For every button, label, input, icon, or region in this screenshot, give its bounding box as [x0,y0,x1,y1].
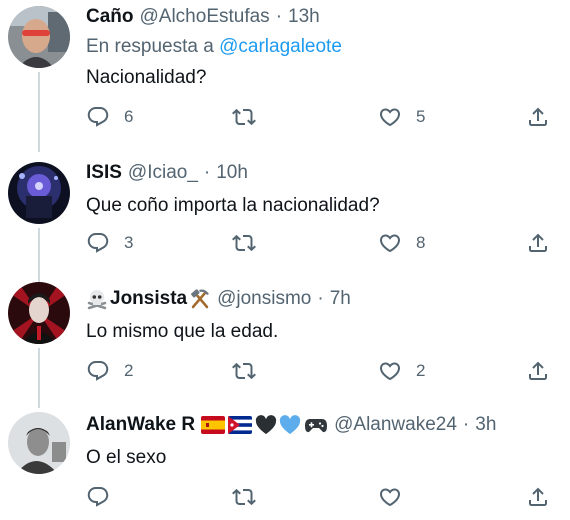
display-name-text: Jonsista [110,288,188,309]
reply-icon [87,107,109,127]
display-name-text: AlanWake R [86,414,196,435]
share-icon [529,233,547,252]
like-button[interactable]: 2 [378,358,425,384]
action-bar [86,484,556,510]
retweet-button[interactable] [232,230,270,256]
timestamp[interactable]: 7h [330,288,351,310]
share-icon [529,361,547,380]
share-button[interactable] [526,358,550,384]
reply-thread: Caño @AlchoEstufas · 13h En respuesta a … [0,0,570,520]
display-name[interactable]: Caño [86,6,134,28]
like-button[interactable] [378,484,416,510]
tweet-text: O el sexo [86,447,167,468]
action-bar: 6 5 [86,104,556,130]
gamepad-icon [305,419,328,433]
spain-flag-icon [201,416,226,434]
user-handle[interactable]: @jonsismo [217,288,311,310]
retweet-button[interactable] [232,358,270,384]
reply-button[interactable]: 6 [86,104,133,130]
heart-icon [379,488,401,507]
like-count: 2 [416,361,426,380]
like-button[interactable]: 8 [378,230,425,256]
timestamp[interactable]: 13h [288,6,320,28]
replying-to: En respuesta a @carlagaleote [86,36,560,58]
reply-icon [87,361,109,381]
share-button[interactable] [526,230,550,256]
replying-prefix: En respuesta a [86,36,220,57]
blue-heart-icon [279,415,301,435]
tweet[interactable]: AlanWake R @Alanwake24 · 3h O el sexo [0,388,570,520]
reply-button[interactable]: 3 [86,230,133,256]
skull-crossbones-icon [87,290,107,310]
display-name[interactable]: ISIS [86,162,122,184]
like-button[interactable]: 5 [378,104,425,130]
mention-link[interactable]: @carlagaleote [219,36,342,57]
display-name[interactable]: AlanWake R [86,414,328,436]
retweet-icon [232,362,256,380]
user-handle[interactable]: @AlchoEstufas [140,6,270,28]
like-count: 8 [416,233,426,252]
retweet-icon [232,234,256,252]
retweet-button[interactable] [232,104,270,130]
reply-button[interactable]: 2 [86,358,133,384]
tweet[interactable]: Caño @AlchoEstufas · 13h En respuesta a … [0,0,570,152]
reply-button[interactable] [86,484,124,510]
tweet[interactable]: ISIS @Iciao_ · 10h Que coño importa la n… [0,134,570,282]
user-handle[interactable]: @Alanwake24 [334,414,457,436]
avatar[interactable] [8,6,70,68]
tweet-text: Nacionalidad? [86,67,207,88]
timestamp[interactable]: 3h [475,414,496,436]
heart-icon [379,234,401,253]
share-icon [529,487,547,506]
reply-count: 3 [124,233,134,252]
separator-dot: · [462,414,470,435]
action-bar: 2 2 [86,358,556,384]
timestamp[interactable]: 10h [216,162,248,184]
reply-count: 6 [124,107,134,126]
share-icon [529,107,547,126]
cuba-flag-icon [228,416,253,434]
heart-icon [379,108,401,127]
display-name[interactable]: Jonsista [86,288,211,310]
reply-count: 2 [124,361,134,380]
hammer-pick-icon [191,289,210,309]
avatar[interactable] [8,282,70,344]
user-handle[interactable]: @Iciao_ [128,162,198,184]
share-button[interactable] [526,484,550,510]
black-heart-icon [255,415,277,435]
like-count: 5 [416,107,426,126]
heart-icon [379,362,401,381]
retweet-icon [232,108,256,126]
separator-dot: · [275,6,283,27]
retweet-button[interactable] [232,484,270,510]
avatar[interactable] [8,162,70,224]
separator-dot: · [317,288,324,309]
avatar[interactable] [8,412,70,474]
reply-icon [87,487,109,507]
reply-icon [87,233,109,253]
tweet-text: Que coño importa la nacionalidad? [86,195,380,216]
tweet-text: Lo mismo que la edad. [86,321,279,342]
separator-dot: · [203,162,211,183]
tweet[interactable]: Jonsista @jonsismo · 7h Lo mismo que la … [0,260,570,408]
share-button[interactable] [526,104,550,130]
action-bar: 3 8 [86,230,556,256]
retweet-icon [232,488,256,506]
